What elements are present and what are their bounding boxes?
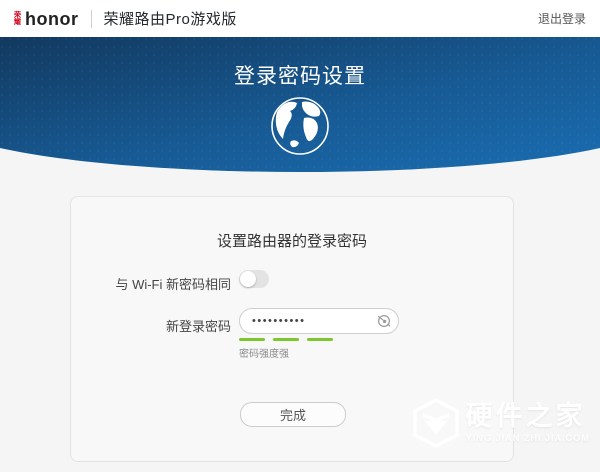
password-setup-card: 设置路由器的登录密码 与 Wi-Fi 新密码相同 新登录密码 密码强度强 完成 xyxy=(70,196,514,462)
strength-bar xyxy=(239,338,265,341)
topbar: 荣耀 honor 荣耀路由Pro游戏版 退出登录 xyxy=(0,0,600,37)
product-name: 荣耀路由Pro游戏版 xyxy=(103,11,237,28)
honor-cn-mark: 荣耀 xyxy=(14,12,21,26)
card-heading: 设置路由器的登录密码 xyxy=(216,233,367,250)
router-login-password-setup-page: 荣耀 honor 荣耀路由Pro游戏版 退出登录 登录密码设置 设置路由器的登录… xyxy=(0,0,600,472)
toggle-knob xyxy=(240,271,256,287)
page-title: 登录密码设置 xyxy=(234,65,366,88)
eye-off-icon[interactable] xyxy=(376,313,392,329)
honor-logo: 荣耀 honor xyxy=(14,10,79,28)
same-as-wifi-toggle[interactable] xyxy=(239,270,269,288)
done-button[interactable]: 完成 xyxy=(240,402,346,427)
strength-bar xyxy=(307,338,333,341)
globe-icon xyxy=(271,97,329,155)
password-strength-meter xyxy=(239,338,333,341)
honor-wordmark: honor xyxy=(25,8,79,29)
new-password-input[interactable] xyxy=(239,308,399,334)
same-as-wifi-label: 与 Wi-Fi 新密码相同 xyxy=(115,277,231,292)
logout-link[interactable]: 退出登录 xyxy=(538,10,586,27)
brand-divider xyxy=(90,9,92,28)
new-password-field xyxy=(239,308,399,334)
hero-banner: 登录密码设置 xyxy=(0,37,600,175)
new-password-label: 新登录密码 xyxy=(165,319,231,334)
password-strength-text: 密码强度强 xyxy=(239,349,289,360)
strength-bar xyxy=(273,338,299,341)
